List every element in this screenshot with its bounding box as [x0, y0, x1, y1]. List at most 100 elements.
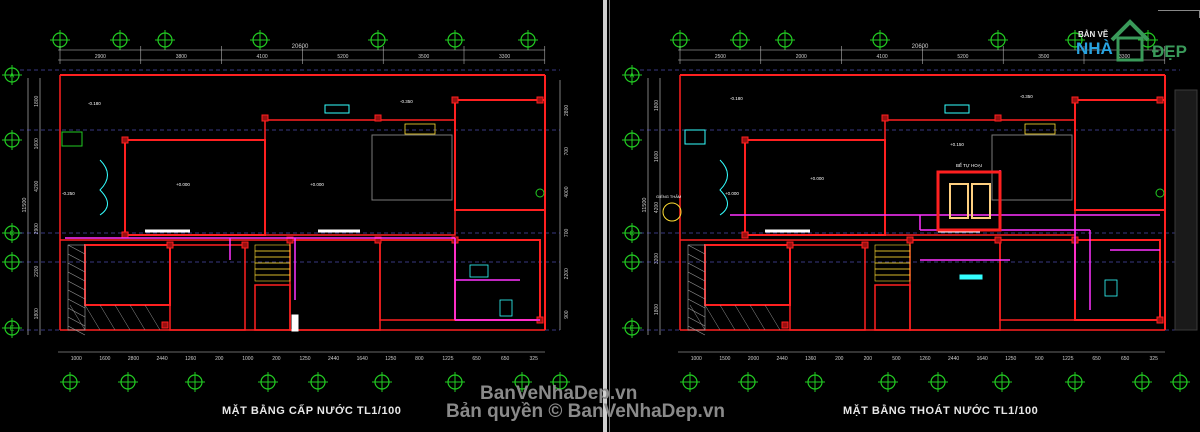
dimension-text: 1225 [1062, 356, 1073, 362]
door-swing [944, 104, 970, 114]
column [121, 136, 129, 144]
level-text: -0.180 [730, 96, 743, 101]
room-bedroom2 [909, 239, 1001, 331]
level-text: -0.180 [88, 101, 101, 106]
hatch-line [67, 280, 86, 291]
level-text: +0.000 [176, 182, 190, 187]
dimension-text: 2900 [34, 223, 40, 234]
column [1071, 96, 1079, 104]
side-panel [1174, 89, 1198, 331]
room-bedroom2 [289, 239, 381, 331]
hatch-line [764, 304, 781, 331]
dimension-text: 1640 [977, 356, 988, 362]
dimension-text: 1640 [357, 356, 368, 362]
column [741, 136, 749, 144]
dimension-text: 4200 [34, 180, 40, 191]
septic-chamber [949, 183, 969, 219]
room-garage [704, 244, 791, 306]
hatch-line [734, 304, 751, 331]
watermark-line2: Bản quyền © BanVeNhaDep.vn [446, 401, 726, 422]
hatch-line [704, 304, 721, 331]
hatch-line [687, 262, 706, 273]
dimension-text-total: 11500 [22, 198, 28, 213]
column [781, 321, 789, 329]
left-plan-title: MẶT BẰNG CẤP NƯỚC TL1/100 [222, 405, 402, 417]
dimension-text: 1250 [385, 356, 396, 362]
stair-step [254, 244, 291, 252]
stair-step [874, 244, 911, 252]
hatch-line [687, 244, 706, 255]
kitchen-counter [371, 134, 453, 201]
hatch-line [129, 304, 146, 331]
dimension-text: 5200 [957, 54, 968, 60]
dimension-text: 3200 [654, 253, 660, 264]
hatch-line [144, 304, 161, 331]
dimension-text-total: 20600 [912, 44, 929, 50]
hatch-line [687, 316, 706, 327]
brand-logo: BẢN VẼ NHÀ ĐẸP [1072, 10, 1200, 70]
drain-point [1155, 188, 1165, 198]
dimension-text: 1600 [34, 138, 40, 149]
kitchen-counter [991, 134, 1073, 201]
dimension-text: 1000 [691, 356, 702, 362]
dimension-text: 200 [215, 356, 224, 362]
dimension-text: 325 [530, 356, 539, 362]
dimension-text-total: 11500 [642, 198, 648, 213]
hatch-line [749, 304, 766, 331]
hatch-line [67, 289, 86, 300]
room-store [789, 244, 866, 331]
column [161, 321, 169, 329]
level-text: +0.000 [310, 182, 324, 187]
room-kitchen [264, 119, 456, 236]
dimension-text-total: 20600 [292, 44, 309, 50]
fixture [959, 274, 983, 280]
column [261, 114, 269, 122]
stair-step [254, 250, 291, 258]
dimension-text: 5200 [337, 54, 348, 60]
dimension-text: 1260 [919, 356, 930, 362]
hatch-line [67, 271, 86, 282]
water-supply-plan: A C E 20600 2900 3800 4100 5200 3500 3300 1800 1600… [2, 30, 570, 392]
hatch-line [69, 304, 86, 331]
dimension-text: 1800 [34, 95, 40, 106]
column [994, 114, 1002, 122]
stair-step [254, 268, 291, 276]
lavabo [469, 264, 489, 278]
dimension-text: 200 [864, 356, 873, 362]
hatch-line [99, 304, 116, 331]
curtain [99, 159, 108, 216]
room-store [169, 244, 246, 331]
stair-step [254, 274, 291, 282]
dimension-text: 2200 [34, 265, 40, 276]
hatch-line [719, 304, 736, 331]
stair-step [874, 250, 911, 258]
level-text: +0.150 [950, 142, 964, 147]
dimension-text: 1800 [654, 304, 660, 315]
stair-step [874, 268, 911, 276]
column [861, 241, 869, 249]
room-bedroom3 [999, 239, 1076, 321]
axis-label: A [10, 73, 15, 80]
dimension-text: 500 [1035, 356, 1044, 362]
column [451, 96, 459, 104]
stair-step [254, 262, 291, 270]
dimension-text: 200 [835, 356, 844, 362]
dimension-text: 2000 [796, 54, 807, 60]
room-wc2 [874, 284, 911, 331]
stair-step [874, 274, 911, 282]
column [166, 241, 174, 249]
right-plan-title: MẶT BẰNG THOÁT NƯỚC TL1/100 [843, 405, 1039, 417]
tank-label: BỂ TỰ HOẠI [956, 162, 982, 168]
dimension-text: 1600 [99, 356, 110, 362]
drain-point [535, 188, 545, 198]
dimension-text: 4000 [564, 186, 570, 197]
dimension-text: 2800 [128, 356, 139, 362]
dimension-text: 650 [1092, 356, 1101, 362]
dimension-text: 700 [564, 147, 570, 156]
room-wc2 [254, 284, 291, 331]
axis-label: C [9, 231, 14, 238]
hatch-line [67, 298, 86, 309]
level-text: -0.250 [62, 191, 75, 196]
door-swing [324, 104, 350, 114]
room-garage [84, 244, 171, 306]
